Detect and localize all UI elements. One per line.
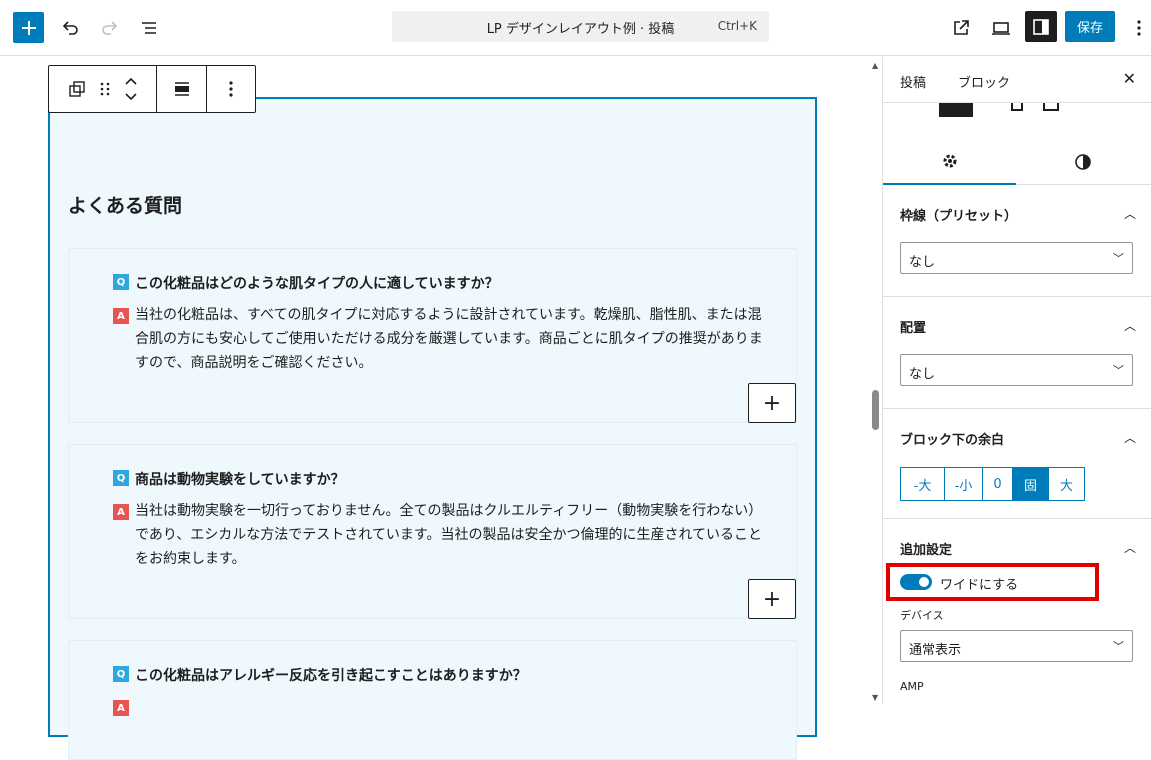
faq-question[interactable]: 商品は動物実験をしていますか？ <box>135 469 345 489</box>
border-preset-section: 枠線（プリセット） ︿ なし ﹀ <box>883 185 1151 297</box>
scroll-up-arrow-icon[interactable]: ▲ <box>872 61 878 70</box>
settings-sidebar-toggle[interactable] <box>1025 11 1057 42</box>
redo-button[interactable] <box>96 14 124 42</box>
document-overview-button[interactable] <box>136 14 164 42</box>
view-post-button[interactable] <box>947 14 975 42</box>
save-button[interactable]: 保存 <box>1065 11 1115 42</box>
chevron-up-icon[interactable]: ︿ <box>1124 429 1136 446</box>
move-up-down-icon[interactable] <box>124 75 138 103</box>
block-toolbar-transform <box>49 66 157 112</box>
margin-segmented-control: -大 -小 0 固 大 <box>900 467 1085 501</box>
section-title[interactable]: ブロック下の余白 <box>900 429 1004 448</box>
faq-answer[interactable]: 当社の化粧品は、すべての肌タイプに対応するように設計されています。乾燥肌、脂性肌… <box>135 303 775 375</box>
annotation-highlight-box <box>886 563 1099 601</box>
add-block-button[interactable]: + <box>748 383 796 423</box>
list-view-icon <box>142 22 156 34</box>
chevron-down-icon: ﹀ <box>1113 252 1124 265</box>
select-value: なし <box>909 367 936 382</box>
faq-item[interactable]: Q この化粧品はアレルギー反応を引き起こすことはありますか？ A <box>68 640 797 760</box>
tab-styles[interactable] <box>1016 139 1149 185</box>
canvas-scrollbar[interactable]: ▲ ▼ <box>870 57 882 704</box>
preview-button[interactable] <box>987 14 1015 42</box>
section-title[interactable]: 枠線（プリセット） <box>900 205 1017 224</box>
align-section: 配置 ︿ なし ﹀ <box>883 297 1151 409</box>
gear-icon <box>943 154 956 168</box>
question-badge: Q <box>113 470 129 486</box>
margin-option[interactable]: -大 <box>901 468 945 500</box>
close-icon[interactable]: ✕ <box>1123 69 1136 88</box>
contrast-icon <box>1074 154 1091 170</box>
faq-heading[interactable]: よくある質問 <box>68 191 182 218</box>
amp-label: AMP <box>900 680 924 693</box>
settings-sidebar: 投稿 ブロック ✕ 枠線（プリセット） ︿ なし ﹀ 配置 ︿ なし ﹀ ブロッ… <box>882 57 1151 704</box>
tab-block[interactable]: ブロック <box>958 72 1010 91</box>
block-settings-tabs <box>883 139 1151 185</box>
align-button[interactable] <box>157 66 207 112</box>
border-preset-select[interactable]: なし ﹀ <box>900 242 1133 274</box>
scroll-down-arrow-icon[interactable]: ▼ <box>872 693 878 702</box>
external-link-icon <box>954 20 969 35</box>
chevron-up-icon[interactable]: ︿ <box>1124 317 1136 334</box>
faq-item[interactable]: Q この化粧品はどのような肌タイプの人に適していますか？ A 当社の化粧品は、す… <box>68 248 797 423</box>
block-options-button[interactable] <box>207 66 255 112</box>
extra-settings-section: 追加設定 ︿ ワイドにする デバイス 通常表示 ﹀ AMP <box>883 519 1151 704</box>
tab-settings[interactable] <box>883 139 1016 185</box>
faq-item[interactable]: Q 商品は動物実験をしていますか？ A 当社は動物実験を一切行っておりません。全… <box>68 444 797 619</box>
margin-option[interactable]: -小 <box>945 468 983 500</box>
chevron-up-icon[interactable]: ︿ <box>1124 539 1136 556</box>
margin-option[interactable]: 0 <box>983 468 1013 500</box>
drag-handle-icon[interactable] <box>100 81 110 97</box>
select-value: 通常表示 <box>909 643 962 658</box>
command-palette-button[interactable]: LP デザインレイアウト例 · 投稿 Ctrl+K <box>392 11 769 42</box>
margin-option[interactable]: 大 <box>1049 468 1084 500</box>
align-select[interactable]: なし ﹀ <box>900 354 1133 386</box>
scrollbar-thumb[interactable] <box>872 390 879 430</box>
device-select[interactable]: 通常表示 ﹀ <box>900 630 1133 662</box>
desktop-icon <box>992 22 1010 35</box>
faq-question[interactable]: この化粧品はどのような肌タイプの人に適していますか？ <box>135 273 499 293</box>
device-label: デバイス <box>900 609 944 622</box>
chevron-up-icon[interactable]: ︿ <box>1124 205 1136 222</box>
faq-answer[interactable]: 当社は動物実験を一切行っておりません。全ての製品はクルエルティフリー（動物実験を… <box>135 499 775 571</box>
plus-icon <box>21 20 36 35</box>
redo-icon <box>102 21 118 35</box>
answer-badge: A <box>113 308 129 324</box>
sidebar-tabs: 投稿 ブロック ✕ <box>883 57 1151 103</box>
faq-question[interactable]: この化粧品はアレルギー反応を引き起こすことはありますか？ <box>135 665 527 685</box>
question-badge: Q <box>113 274 129 290</box>
add-block-button[interactable]: + <box>748 579 796 619</box>
block-toolbar <box>48 65 256 113</box>
sidebar-icon <box>1033 18 1049 35</box>
select-value: なし <box>909 255 936 270</box>
section-title[interactable]: 追加設定 <box>900 539 952 558</box>
answer-badge: A <box>113 504 129 520</box>
align-full-icon <box>174 82 189 96</box>
undo-icon <box>62 21 78 35</box>
block-inserter-button[interactable] <box>13 12 44 43</box>
chevron-down-icon: ﹀ <box>1113 640 1124 653</box>
command-title: LP デザインレイアウト例 · 投稿 <box>486 22 675 37</box>
tab-post[interactable]: 投稿 <box>900 72 926 91</box>
section-title[interactable]: 配置 <box>900 317 926 336</box>
margin-option-selected[interactable]: 固 <box>1013 468 1049 500</box>
question-badge: Q <box>113 666 129 682</box>
command-shortcut: Ctrl+K <box>717 19 757 33</box>
more-vertical-icon <box>229 81 233 97</box>
chevron-down-icon: ﹀ <box>1113 364 1124 377</box>
margin-bottom-section: ブロック下の余白 ︿ -大 -小 0 固 大 <box>883 409 1151 519</box>
options-menu-button[interactable] <box>1125 14 1151 42</box>
undo-button[interactable] <box>56 14 84 42</box>
editor-topbar: LP デザインレイアウト例 · 投稿 Ctrl+K 保存 <box>0 0 1151 56</box>
more-vertical-icon <box>1137 20 1141 36</box>
answer-badge: A <box>113 700 129 716</box>
block-transform-icon[interactable] <box>68 80 86 98</box>
